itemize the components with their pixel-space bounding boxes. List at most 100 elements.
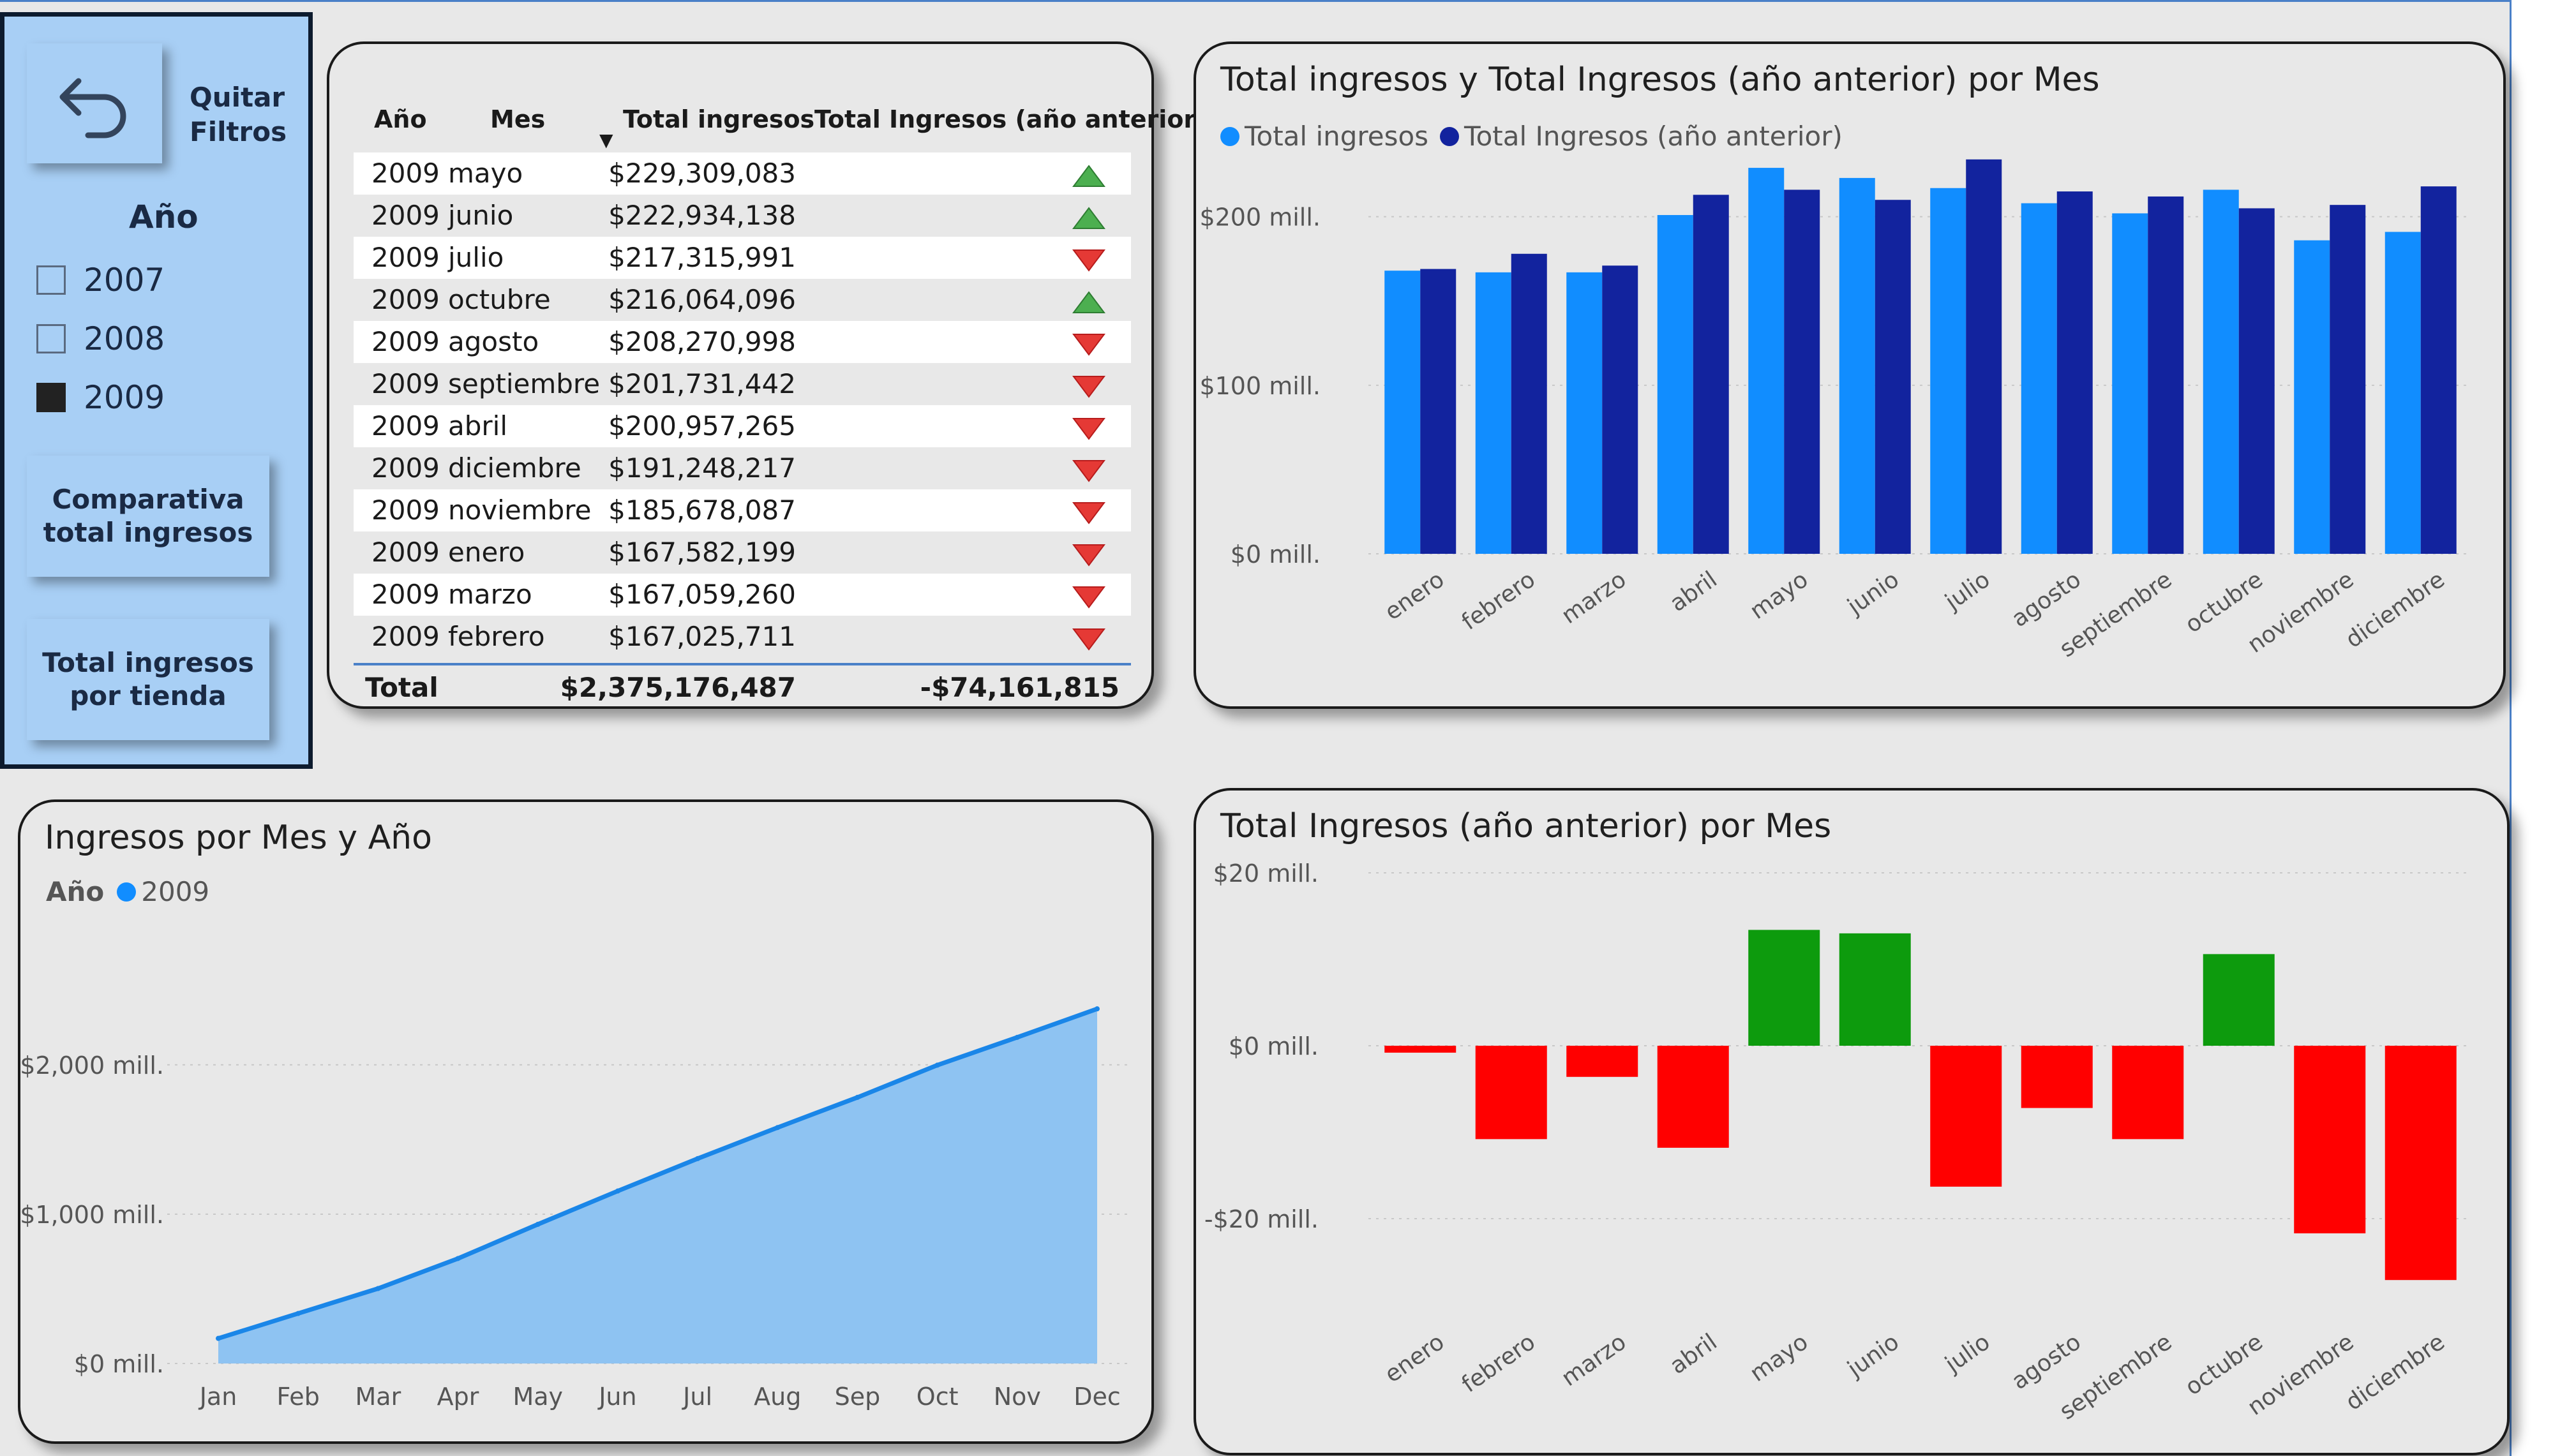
bar-previous[interactable] bbox=[2056, 191, 2093, 554]
col-header-prev[interactable]: Total Ingresos (año anterior) bbox=[814, 105, 1207, 133]
bar-negative[interactable] bbox=[2021, 1046, 2093, 1108]
bar-previous[interactable] bbox=[1693, 195, 1729, 554]
bar-negative[interactable] bbox=[2385, 1046, 2457, 1281]
bar-negative[interactable] bbox=[1657, 1046, 1729, 1148]
bar-positive[interactable] bbox=[1748, 930, 1820, 1046]
x-tick-label: abril bbox=[1665, 567, 1722, 617]
table-row[interactable]: 2009 agosto $208,270,998 bbox=[354, 321, 1131, 363]
trend-up-icon bbox=[1072, 205, 1105, 236]
data-point[interactable] bbox=[1095, 1006, 1100, 1012]
bar-current[interactable] bbox=[1475, 272, 1511, 554]
trend-up-icon bbox=[1072, 163, 1105, 194]
bar-current[interactable] bbox=[1384, 271, 1421, 554]
col-header-total[interactable]: Total ingresos bbox=[623, 105, 814, 133]
table-row[interactable]: 2009 diciembre $191,248,217 bbox=[354, 447, 1131, 489]
x-tick-label: marzo bbox=[1557, 1329, 1631, 1392]
bar-negative[interactable] bbox=[1475, 1046, 1547, 1140]
bar-current[interactable] bbox=[1566, 272, 1603, 554]
data-point[interactable] bbox=[775, 1125, 781, 1131]
year-option-2007[interactable]: 2007 bbox=[36, 258, 165, 302]
data-point[interactable] bbox=[934, 1062, 940, 1068]
clear-filters-button[interactable] bbox=[27, 43, 162, 163]
data-point[interactable] bbox=[455, 1256, 461, 1261]
table-row[interactable]: 2009 abril $200,957,265 bbox=[354, 405, 1131, 447]
cell-year: 2009 bbox=[371, 368, 440, 399]
bar-positive[interactable] bbox=[2203, 954, 2275, 1046]
year-option-2008[interactable]: 2008 bbox=[36, 316, 165, 361]
x-tick-label: Dec bbox=[1074, 1383, 1121, 1411]
table-row[interactable]: 2009 febrero $167,025,711 bbox=[354, 616, 1131, 658]
cell-total: $201,731,442 bbox=[608, 368, 796, 399]
data-point[interactable] bbox=[615, 1188, 620, 1194]
year-option-2009[interactable]: 2009 bbox=[36, 375, 165, 420]
bar-previous[interactable] bbox=[1511, 253, 1547, 554]
col-header-year[interactable]: Año bbox=[374, 105, 427, 133]
table-row[interactable]: 2009 enero $167,582,199 bbox=[354, 531, 1131, 574]
data-point[interactable] bbox=[535, 1221, 541, 1227]
col-header-month[interactable]: Mes bbox=[490, 105, 545, 133]
data-point[interactable] bbox=[695, 1155, 701, 1161]
x-tick-label: octubre bbox=[2181, 1329, 2268, 1401]
cell-total: $216,064,096 bbox=[608, 284, 796, 315]
table-row[interactable]: 2009 noviembre $185,678,087 bbox=[354, 489, 1131, 531]
table-row[interactable]: 2009 octubre $216,064,096 bbox=[354, 279, 1131, 321]
bar-current[interactable] bbox=[2385, 232, 2421, 554]
table-row[interactable]: 2009 junio $222,934,138 bbox=[354, 195, 1131, 237]
table-row[interactable]: 2009 mayo $229,309,083 bbox=[354, 152, 1131, 195]
trend-down-icon bbox=[1072, 331, 1105, 362]
x-tick-label: Sep bbox=[835, 1383, 881, 1411]
checkbox[interactable] bbox=[36, 265, 66, 295]
x-tick-label: diciembre bbox=[2341, 567, 2450, 653]
x-tick-label: julio bbox=[1940, 567, 1995, 616]
data-point[interactable] bbox=[296, 1311, 301, 1316]
bar-current[interactable] bbox=[2294, 240, 2330, 554]
bar-current[interactable] bbox=[1657, 215, 1693, 554]
report-canvas: Quitar Filtros Año 2007 2008 2009 Compar… bbox=[0, 0, 2512, 1456]
year-option-label: 2007 bbox=[84, 262, 165, 299]
bar-negative[interactable] bbox=[2112, 1046, 2184, 1140]
x-tick-label: agosto bbox=[2007, 1329, 2086, 1395]
bar-negative[interactable] bbox=[1930, 1046, 2002, 1187]
bar-previous[interactable] bbox=[1875, 200, 1911, 554]
cell-month: junio bbox=[448, 200, 514, 231]
x-tick-label: febrero bbox=[1457, 567, 1540, 635]
bar-previous[interactable] bbox=[2148, 196, 2184, 554]
bar-previous[interactable] bbox=[1420, 269, 1456, 554]
bar-current[interactable] bbox=[2021, 203, 2057, 554]
y-tick-label: $100 mill. bbox=[1199, 372, 1321, 400]
data-point[interactable] bbox=[375, 1286, 381, 1291]
cell-month: octubre bbox=[448, 284, 551, 315]
table-row[interactable]: 2009 septiembre $201,731,442 bbox=[354, 363, 1131, 405]
cell-year: 2009 bbox=[371, 579, 440, 610]
nav-comparativa-button[interactable]: Comparativa total ingresos bbox=[27, 456, 269, 577]
bar-current[interactable] bbox=[1839, 177, 1875, 554]
bar-current[interactable] bbox=[2112, 213, 2148, 554]
bar-current[interactable] bbox=[1748, 168, 1785, 554]
cell-total: $185,678,087 bbox=[608, 494, 796, 526]
y-tick-label: $0 mill. bbox=[74, 1350, 164, 1378]
bar-previous[interactable] bbox=[2420, 186, 2457, 554]
table-row[interactable]: 2009 julio $217,315,991 bbox=[354, 237, 1131, 279]
total-prev-value: -$74,161,815 bbox=[920, 672, 1119, 703]
bar-previous[interactable] bbox=[1784, 189, 1820, 554]
checkbox[interactable] bbox=[36, 324, 66, 353]
bar-negative[interactable] bbox=[1384, 1046, 1456, 1053]
data-point[interactable] bbox=[216, 1335, 221, 1341]
data-point[interactable] bbox=[1014, 1034, 1020, 1040]
cell-total: $208,270,998 bbox=[608, 326, 796, 357]
bar-negative[interactable] bbox=[2294, 1046, 2366, 1234]
data-point[interactable] bbox=[855, 1094, 860, 1100]
bar-current[interactable] bbox=[1930, 188, 1966, 554]
bar-positive[interactable] bbox=[1839, 933, 1911, 1046]
nav-tienda-button[interactable]: Total ingresos por tienda bbox=[27, 619, 269, 740]
x-tick-label: marzo bbox=[1557, 567, 1631, 629]
table-row[interactable]: 2009 marzo $167,059,260 bbox=[354, 574, 1131, 616]
trend-down-icon bbox=[1072, 542, 1105, 573]
bar-previous[interactable] bbox=[2330, 205, 2366, 554]
bar-current[interactable] bbox=[2203, 189, 2239, 554]
bar-previous[interactable] bbox=[1966, 159, 2002, 554]
bar-negative[interactable] bbox=[1566, 1046, 1638, 1077]
bar-previous[interactable] bbox=[1602, 265, 1638, 554]
bar-previous[interactable] bbox=[2238, 208, 2275, 554]
checkbox-checked[interactable] bbox=[36, 383, 66, 412]
